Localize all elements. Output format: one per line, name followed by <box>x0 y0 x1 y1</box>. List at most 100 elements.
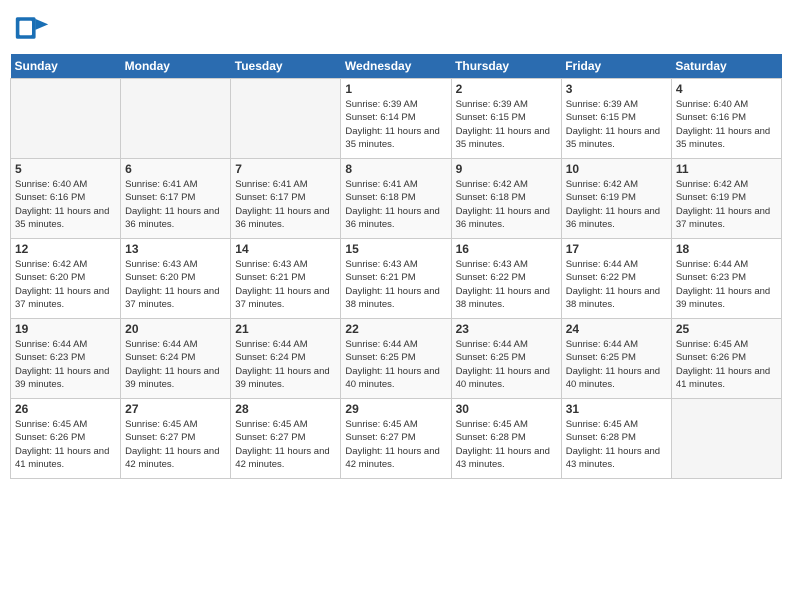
calendar-cell: 24Sunrise: 6:44 AMSunset: 6:25 PMDayligh… <box>561 319 671 399</box>
sunrise-label: Sunrise: 6:43 AM <box>235 259 307 270</box>
calendar-cell: 8Sunrise: 6:41 AMSunset: 6:18 PMDaylight… <box>341 159 451 239</box>
calendar-week-row: 1Sunrise: 6:39 AMSunset: 6:14 PMDaylight… <box>11 79 782 159</box>
sunset-label: Sunset: 6:28 PM <box>456 432 526 443</box>
calendar-cell <box>121 79 231 159</box>
sunset-label: Sunset: 6:23 PM <box>15 352 85 363</box>
sunrise-label: Sunrise: 6:43 AM <box>456 259 528 270</box>
sunrise-label: Sunrise: 6:45 AM <box>345 419 417 430</box>
calendar-cell: 31Sunrise: 6:45 AMSunset: 6:28 PMDayligh… <box>561 399 671 479</box>
daylight-label: Daylight: 11 hours and 36 minutes. <box>235 206 329 230</box>
day-info: Sunrise: 6:44 AMSunset: 6:22 PMDaylight:… <box>566 258 667 311</box>
sunrise-label: Sunrise: 6:44 AM <box>456 339 528 350</box>
sunset-label: Sunset: 6:21 PM <box>235 272 305 283</box>
daylight-label: Daylight: 11 hours and 39 minutes. <box>676 286 770 310</box>
sunrise-label: Sunrise: 6:42 AM <box>15 259 87 270</box>
sunrise-label: Sunrise: 6:41 AM <box>345 179 417 190</box>
calendar-cell: 7Sunrise: 6:41 AMSunset: 6:17 PMDaylight… <box>231 159 341 239</box>
sunset-label: Sunset: 6:21 PM <box>345 272 415 283</box>
day-number: 13 <box>125 242 226 256</box>
sunset-label: Sunset: 6:24 PM <box>235 352 305 363</box>
calendar-week-row: 12Sunrise: 6:42 AMSunset: 6:20 PMDayligh… <box>11 239 782 319</box>
calendar-cell: 15 Sunrise: 6:43 AMSunset: 6:21 PMDayligh… <box>341 239 451 319</box>
weekday-header-row: SundayMondayTuesdayWednesdayThursdayFrid… <box>11 54 782 79</box>
day-info: Sunrise: 6:44 AMSunset: 6:25 PMDaylight:… <box>345 338 446 391</box>
weekday-header: Monday <box>121 54 231 79</box>
day-number: 15 <box>345 242 446 256</box>
day-number: 23 <box>456 322 557 336</box>
daylight-label: Daylight: 11 hours and 38 minutes. <box>345 286 439 310</box>
sunset-label: Sunset: 6:16 PM <box>676 112 746 123</box>
sunset-label: Sunset: 6:19 PM <box>676 192 746 203</box>
day-number: 20 <box>125 322 226 336</box>
sunrise-label: Sunrise: 6:45 AM <box>235 419 307 430</box>
day-info: Sunrise: 6:41 AMSunset: 6:18 PMDaylight:… <box>345 178 446 231</box>
sunrise-label: Sunrise: 6:44 AM <box>15 339 87 350</box>
daylight-label: Daylight: 11 hours and 40 minutes. <box>566 366 660 390</box>
calendar-week-row: 5Sunrise: 6:40 AMSunset: 6:16 PMDaylight… <box>11 159 782 239</box>
sunrise-label: Sunrise: 6:41 AM <box>235 179 307 190</box>
day-info: Sunrise: 6:45 AMSunset: 6:28 PMDaylight:… <box>456 418 557 471</box>
day-number: 16 <box>456 242 557 256</box>
day-info: Sunrise: 6:45 AM Sunset: 6:27 PM Daylight:… <box>235 418 336 471</box>
sunset-label: Sunset: 6:27 PM <box>345 432 415 443</box>
day-info: Sunrise: 6:43 AMSunset: 6:21 PMDaylight:… <box>345 258 446 311</box>
daylight-label: Daylight: 11 hours and 36 minutes. <box>125 206 219 230</box>
calendar-cell: 23 Sunrise: 6:44 AMSunset: 6:25 PMDayligh… <box>451 319 561 399</box>
daylight-label: Daylight: 11 hours and 36 minutes. <box>345 206 439 230</box>
sunrise-label: Sunrise: 6:44 AM <box>125 339 197 350</box>
sunset-label: Sunset: 6:17 PM <box>235 192 305 203</box>
calendar-cell: 9Sunrise: 6:42 AMSunset: 6:18 PMDaylight… <box>451 159 561 239</box>
daylight-label: Daylight: 11 hours and 40 minutes. <box>456 366 550 390</box>
daylight-label: Daylight: 11 hours and 36 minutes. <box>566 206 660 230</box>
sunrise-label: Sunrise: 6:45 AM <box>125 419 197 430</box>
daylight-label: Daylight: 11 hours and 38 minutes. <box>456 286 550 310</box>
day-info: Sunrise: 6:43 AMSunset: 6:20 PMDaylight:… <box>125 258 226 311</box>
calendar-cell: 13 Sunrise: 6:43 AMSunset: 6:20 PMDayligh… <box>121 239 231 319</box>
calendar-cell: 3Sunrise: 6:39 AMSunset: 6:15 PMDaylight… <box>561 79 671 159</box>
daylight-label: Daylight: 11 hours and 42 minutes. <box>125 446 219 470</box>
day-info: Sunrise: 6:42 AMSunset: 6:19 PMDaylight:… <box>566 178 667 231</box>
sunset-label: Sunset: 6:27 PM <box>235 432 305 443</box>
calendar-cell: 17Sunrise: 6:44 AMSunset: 6:22 PMDayligh… <box>561 239 671 319</box>
day-number: 9 <box>456 162 557 176</box>
sunrise-label: Sunrise: 6:45 AM <box>15 419 87 430</box>
sunrise-label: Sunrise: 6:39 AM <box>456 99 528 110</box>
day-info: Sunrise: 6:45 AMSunset: 6:26 PMDaylight:… <box>676 338 777 391</box>
day-number: 10 <box>566 162 667 176</box>
calendar-cell <box>671 399 781 479</box>
daylight-label: Daylight: 11 hours and 43 minutes. <box>456 446 550 470</box>
sunset-label: Sunset: 6:15 PM <box>566 112 636 123</box>
sunset-label: Sunset: 6:27 PM <box>125 432 195 443</box>
sunset-label: Sunset: 6:28 PM <box>566 432 636 443</box>
daylight-label: Daylight: 11 hours and 38 minutes. <box>566 286 660 310</box>
daylight-label: Daylight: 11 hours and 35 minutes. <box>345 126 439 150</box>
sunset-label: Sunset: 6:26 PM <box>676 352 746 363</box>
daylight-label: Daylight: 11 hours and 35 minutes. <box>15 206 109 230</box>
day-number: 25 <box>676 322 777 336</box>
day-number: 29 <box>345 402 446 416</box>
daylight-label: Daylight: 11 hours and 39 minutes. <box>125 366 219 390</box>
sunset-label: Sunset: 6:22 PM <box>456 272 526 283</box>
day-info: Sunrise: 6:44 AMSunset: 6:25 PMDaylight:… <box>456 338 557 391</box>
day-info: Sunrise: 6:43 AMSunset: 6:21 PMDaylight:… <box>235 258 336 311</box>
sunset-label: Sunset: 6:19 PM <box>566 192 636 203</box>
sunset-label: Sunset: 6:23 PM <box>676 272 746 283</box>
day-info: Sunrise: 6:45 AMSunset: 6:26 PMDaylight:… <box>15 418 116 471</box>
calendar-cell <box>231 79 341 159</box>
day-info: Sunrise: 6:39 AMSunset: 6:14 PMDaylight:… <box>345 98 446 151</box>
sunrise-label: Sunrise: 6:42 AM <box>676 179 748 190</box>
day-info: Sunrise: 6:44 AMSunset: 6:25 PMDaylight:… <box>566 338 667 391</box>
sunset-label: Sunset: 6:16 PM <box>15 192 85 203</box>
daylight-label: Daylight: 11 hours and 42 minutes. <box>235 446 329 470</box>
calendar-cell: 10 Sunrise: 6:42 AMSunset: 6:19 PMDayligh… <box>561 159 671 239</box>
calendar-cell: 29Sunrise: 6:45 AMSunset: 6:27 PMDayligh… <box>341 399 451 479</box>
calendar-header: SundayMondayTuesdayWednesdayThursdayFrid… <box>11 54 782 79</box>
calendar-cell: 26Sunrise: 6:45 AMSunset: 6:26 PMDayligh… <box>11 399 121 479</box>
sunset-label: Sunset: 6:17 PM <box>125 192 195 203</box>
sunrise-label: Sunrise: 6:39 AM <box>345 99 417 110</box>
daylight-label: Daylight: 11 hours and 37 minutes. <box>125 286 219 310</box>
day-info: Sunrise: 6:39 AMSunset: 6:15 PMDaylight:… <box>456 98 557 151</box>
day-info: Sunrise: 6:44 AMSunset: 6:24 PMDaylight:… <box>235 338 336 391</box>
day-number: 14 <box>235 242 336 256</box>
sunrise-label: Sunrise: 6:43 AM <box>125 259 197 270</box>
